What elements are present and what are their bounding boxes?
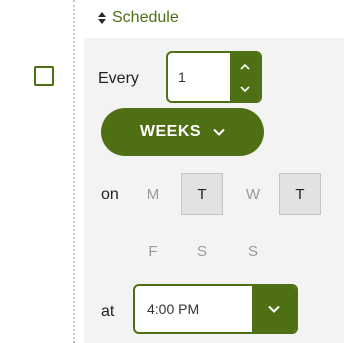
- tree-guide-line: [73, 0, 75, 343]
- on-label: on: [101, 186, 119, 203]
- interval-stepper[interactable]: 1: [166, 51, 262, 103]
- day-toggle-sunday[interactable]: S: [232, 230, 274, 272]
- at-label: at: [101, 303, 115, 320]
- schedule-title: Schedule: [112, 9, 179, 26]
- chevron-down-icon: [268, 300, 280, 318]
- unit-dropdown-button[interactable]: WEEKS: [101, 108, 264, 156]
- day-toggle-friday[interactable]: F: [132, 230, 174, 272]
- day-toggle-wednesday[interactable]: W: [232, 173, 274, 215]
- time-dropdown-toggle[interactable]: [252, 286, 296, 332]
- day-toggle-monday[interactable]: M: [132, 173, 174, 215]
- schedule-header[interactable]: Schedule: [97, 6, 179, 30]
- chevron-up-icon[interactable]: [240, 57, 250, 75]
- every-label: Every: [98, 70, 139, 87]
- stepper-arrows[interactable]: [230, 53, 260, 101]
- interval-input[interactable]: 1: [168, 53, 230, 101]
- day-toggle-tuesday[interactable]: T: [181, 173, 223, 215]
- unit-label: WEEKS: [139, 123, 202, 140]
- chevron-down-icon[interactable]: [240, 79, 250, 97]
- schedule-checkbox[interactable]: [34, 66, 54, 86]
- time-value[interactable]: 4:00 PM: [135, 286, 252, 332]
- day-toggle-thursday[interactable]: T: [279, 173, 321, 215]
- sort-icon: [97, 11, 107, 25]
- time-select[interactable]: 4:00 PM: [133, 284, 298, 334]
- day-toggle-saturday[interactable]: S: [181, 230, 223, 272]
- chevron-down-icon: [213, 123, 225, 141]
